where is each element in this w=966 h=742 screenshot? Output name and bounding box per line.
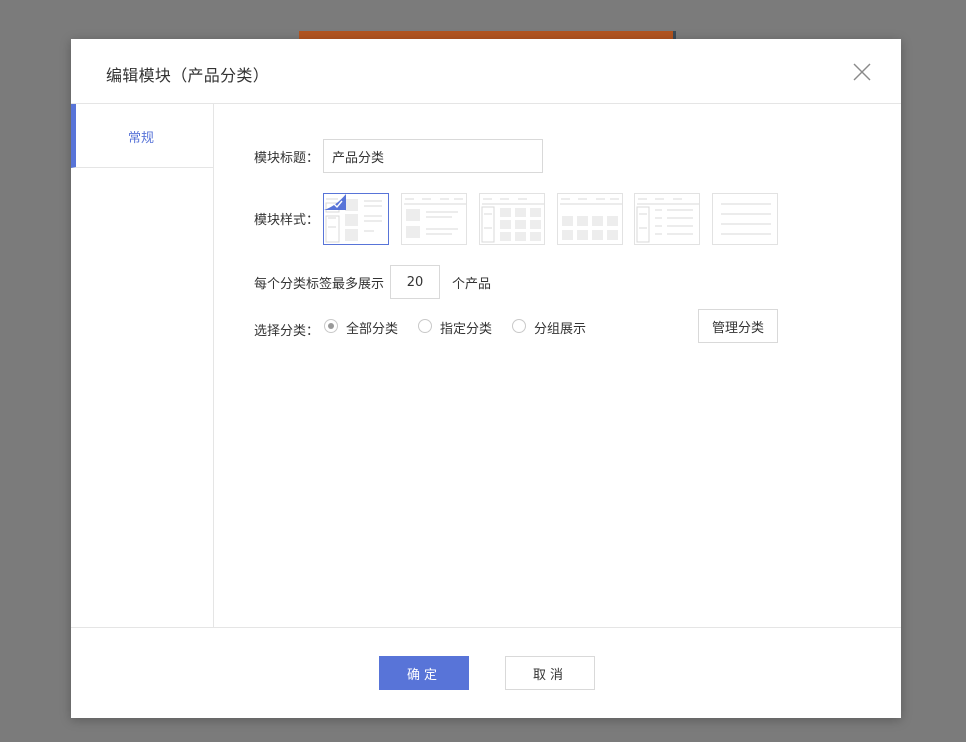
style-option-left-tabs-grid[interactable] [323,193,389,245]
manage-categories-button[interactable]: 管理分类 [698,309,778,343]
per-tab-prefix-label: 每个分类标签最多展示 [254,277,385,292]
edit-module-dialog: 编辑模块（产品分类） 常规 模块标题： 模块样式： [71,39,901,718]
cancel-button[interactable]: 取消 [505,656,595,690]
select-category-label: 选择分类： [254,324,320,339]
confirm-button[interactable]: 确定 [379,656,469,690]
radio-circle [512,319,526,333]
style-option-plain-list[interactable] [712,193,778,245]
selected-check-icon [324,194,346,210]
dialog-footer: 确定 取消 [71,627,901,719]
per-tab-count-input[interactable] [390,265,440,299]
radio-circle [418,319,432,333]
style-option-left-tabs-list[interactable] [634,193,700,245]
sidebar-empty-area [71,168,213,627]
tab-general[interactable]: 常规 [71,104,213,168]
style-option-top-tabs-grid[interactable] [557,193,623,245]
radio-label: 分组展示 [534,322,587,337]
dialog-content: 模块标题： 模块样式： [214,104,901,627]
close-icon[interactable] [851,61,873,83]
radio-circle [324,319,338,333]
module-title-label: 模块标题： [254,151,320,166]
per-tab-suffix-label: 个产品 [452,277,492,292]
dialog-title: 编辑模块（产品分类） [106,66,270,85]
module-style-label: 模块样式： [254,213,320,228]
module-title-input[interactable] [323,139,543,173]
dialog-header: 编辑模块（产品分类） [71,39,901,104]
tab-general-label: 常规 [128,131,155,146]
dialog-sidebar: 常规 [71,104,214,627]
style-option-top-tabs-list[interactable] [401,193,467,245]
radio-label: 指定分类 [440,322,493,337]
style-option-left-tabs-grid-2[interactable] [479,193,545,245]
radio-label: 全部分类 [346,322,399,337]
